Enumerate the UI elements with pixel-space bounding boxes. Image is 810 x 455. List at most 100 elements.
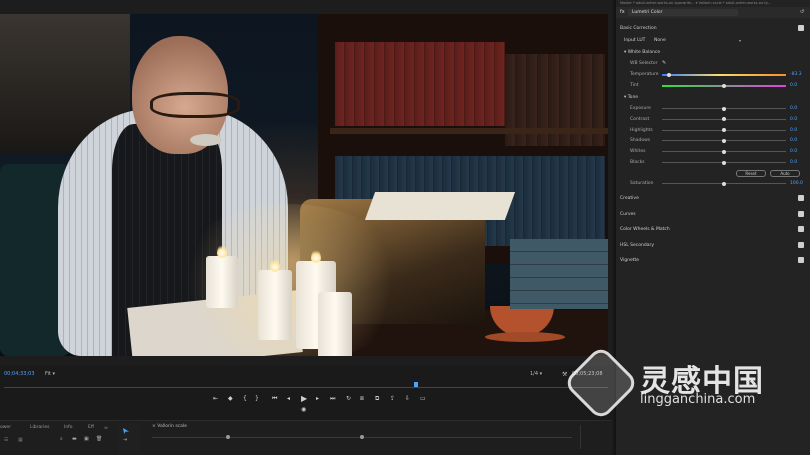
highlights-value[interactable]: 0.0	[790, 128, 797, 133]
whites-slider[interactable]	[662, 149, 786, 154]
creative-checkbox[interactable]	[798, 195, 804, 201]
go-to-out-icon[interactable]: ⏭	[330, 396, 335, 402]
saturation-value[interactable]: 100.0	[790, 181, 803, 186]
contrast-thumb[interactable]	[722, 117, 726, 122]
tone-header[interactable]: ▾ Tone	[624, 95, 638, 100]
program-monitor	[0, 0, 612, 366]
sequence-tab[interactable]: × Vallorin scale	[152, 424, 187, 429]
trash-icon[interactable]: 🗑	[96, 436, 102, 442]
timeline-zoom-handle-right[interactable]	[360, 435, 364, 439]
zoom-fit-select[interactable]: Fit ▾	[45, 371, 55, 377]
shelf-board	[330, 128, 608, 134]
mini-timeline-ruler	[4, 387, 608, 388]
temperature-value[interactable]: -83.3	[790, 72, 802, 77]
mark-out-bracket-icon[interactable]: }	[255, 396, 259, 402]
temperature-slider[interactable]	[662, 72, 786, 77]
wrench-icon[interactable]: ⚒	[562, 371, 567, 378]
icon-view-icon[interactable]: ▦	[18, 437, 23, 443]
panel-tab-power[interactable]: ower	[0, 425, 11, 430]
step-forward-icon[interactable]: ▸	[316, 396, 319, 402]
new-bin-icon[interactable]: ▬	[72, 436, 77, 442]
tint-thumb[interactable]	[722, 83, 726, 88]
exposure-value[interactable]: 0.0	[790, 106, 797, 111]
shadows-thumb[interactable]	[722, 138, 726, 143]
monitor-mini-timeline[interactable]	[0, 382, 612, 392]
shadows-label: Shadows	[630, 138, 651, 144]
book-stack	[510, 239, 608, 309]
lumetri-header-tabs[interactable]: Master * adult-writer-works-on-typewrite…	[616, 0, 810, 7]
go-to-in-icon[interactable]: ⏮	[272, 396, 277, 402]
blacks-value[interactable]: 0.0	[790, 160, 797, 165]
candle-flame	[270, 258, 280, 272]
camera-icon[interactable]: ◉	[301, 407, 306, 413]
reset-effect-icon[interactable]: ↺	[800, 9, 804, 15]
whites-value[interactable]: 0.0	[790, 149, 797, 154]
section-basic-correction[interactable]: Basic Correction	[620, 26, 657, 31]
blacks-slider[interactable]	[662, 160, 786, 165]
new-item-icon[interactable]: ▣	[84, 436, 89, 442]
white-balance-header[interactable]: ▾ White Balance	[624, 50, 660, 55]
loop-icon[interactable]: ↻	[346, 396, 351, 402]
section-color-wheels-match[interactable]: Color Wheels & Match	[620, 227, 670, 232]
highlights-label: Highlights	[630, 127, 653, 133]
mark-in-bracket-icon[interactable]: {	[243, 396, 247, 402]
effect-select[interactable]: Lumetri Color	[628, 9, 738, 16]
highlights-slider[interactable]	[662, 128, 786, 133]
overwrite-icon[interactable]: ⧉	[375, 396, 379, 402]
exposure-thumb[interactable]	[722, 106, 726, 111]
hsl-secondary-checkbox[interactable]	[798, 241, 804, 248]
lift-icon[interactable]: ⇪	[390, 396, 395, 402]
playback-resolution-select[interactable]: 1/4 ▾	[530, 371, 542, 377]
add-marker-icon[interactable]: ◆	[228, 396, 233, 402]
playback-resolution-value: 1/4	[530, 371, 539, 377]
shadows-value[interactable]: 0.0	[790, 138, 797, 143]
section-vignette[interactable]: Vignette	[620, 258, 639, 263]
panel-tab-info[interactable]: Info	[64, 425, 73, 430]
color-wheels-match-checkbox[interactable]	[798, 226, 804, 232]
track-select-icon[interactable]: ⇥	[123, 437, 127, 443]
chevron-down-icon: ▾	[739, 38, 742, 43]
white-balance-label: White Balance	[627, 50, 661, 55]
timeline-zoom-handle-left[interactable]	[226, 435, 230, 439]
contrast-slider[interactable]	[662, 117, 786, 122]
export-frame-icon[interactable]: ▭	[420, 396, 426, 402]
highlights-thumb[interactable]	[722, 128, 726, 133]
play-icon[interactable]: ▶	[301, 395, 307, 403]
tint-slider[interactable]	[662, 83, 786, 88]
panel-tab-effects[interactable]: Eff	[88, 425, 94, 430]
section-creative[interactable]: Creative	[620, 196, 639, 201]
saturation-thumb[interactable]	[722, 181, 726, 186]
vignette-checkbox[interactable]	[798, 257, 804, 263]
section-hsl-secondary[interactable]: HSL Secondary	[620, 243, 654, 248]
mark-in-icon[interactable]: ⇤	[213, 396, 218, 402]
insert-icon[interactable]: ⧈	[360, 396, 364, 402]
extract-icon[interactable]: ⇩	[405, 396, 410, 402]
panel-tab-libraries[interactable]: Libraries	[30, 425, 49, 430]
eyedropper-icon[interactable]: ✎	[662, 60, 666, 66]
step-back-icon[interactable]: ◂	[287, 396, 290, 402]
playhead-timecode[interactable]: 00;04;33;03	[4, 371, 35, 377]
contrast-value[interactable]: 0.0	[790, 117, 797, 122]
saturation-slider[interactable]	[662, 181, 786, 186]
whites-thumb[interactable]	[722, 149, 726, 154]
search-icon[interactable]: ⌕	[60, 436, 63, 442]
tone-label: Tone	[627, 95, 639, 100]
tint-value[interactable]: 0.0	[790, 83, 797, 88]
list-view-icon[interactable]: ☰	[4, 437, 8, 443]
panel-menu-icon[interactable]: ≫	[104, 425, 108, 430]
section-curves[interactable]: Curves	[620, 212, 636, 217]
basic-correction-checkbox[interactable]	[798, 25, 804, 31]
mini-playhead[interactable]	[414, 382, 418, 387]
curves-checkbox[interactable]	[798, 210, 804, 217]
exposure-slider[interactable]	[662, 106, 786, 111]
input-lut-select[interactable]: None	[654, 38, 744, 43]
temperature-thumb[interactable]	[667, 72, 671, 77]
selection-tool-icon[interactable]	[123, 428, 129, 434]
chevron-down-icon: ▾	[52, 371, 55, 377]
shadows-slider[interactable]	[662, 138, 786, 143]
auto-button[interactable]: Auto	[770, 170, 800, 177]
sequence-tab-label: Vallorin scale	[157, 424, 187, 429]
sequence-tab-close[interactable]: ×	[152, 424, 156, 429]
reset-button[interactable]: Reset	[736, 170, 766, 177]
blacks-thumb[interactable]	[722, 160, 726, 165]
